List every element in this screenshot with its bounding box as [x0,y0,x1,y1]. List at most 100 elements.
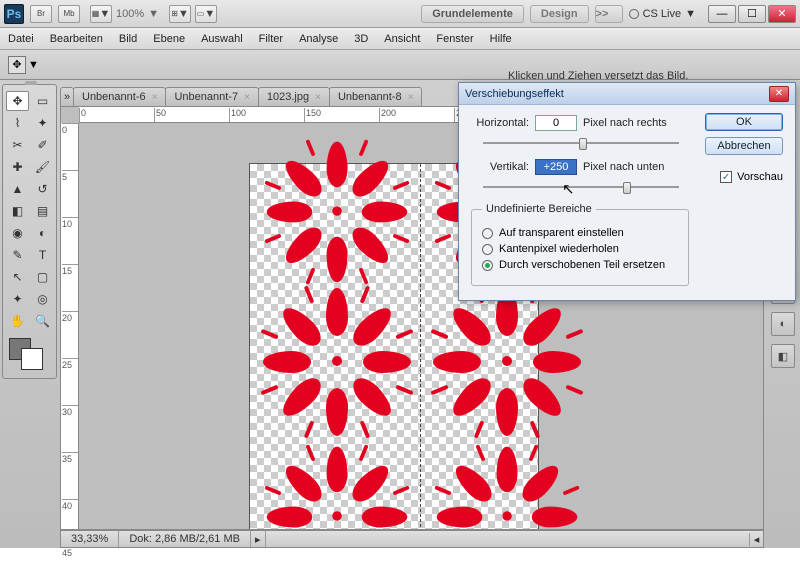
eyedropper-tool[interactable]: ✐ [31,135,54,155]
ok-button[interactable]: OK [705,113,783,131]
vertical-input[interactable]: +250 [535,159,577,175]
radio-repeat-edge[interactable]: Kantenpixel wiederholen [482,243,678,255]
minibridge-button[interactable]: Mb [58,5,80,23]
dodge-tool[interactable]: ◐ [31,223,54,243]
ruler-vertical[interactable]: 051015202530354045 [61,123,79,529]
horizontal-input[interactable]: 0 [535,115,577,131]
tab-close-icon[interactable]: × [244,92,250,103]
workspace-design[interactable]: Design [530,5,589,23]
workspace-more[interactable]: >> [595,5,623,23]
menu-filter[interactable]: Filter [259,33,283,45]
horizontal-label: Horizontal: [471,117,529,129]
move-tool[interactable]: ✥ [6,91,29,111]
brush-tool[interactable]: 🖌 [31,157,54,177]
menu-auswahl[interactable]: Auswahl [201,33,243,45]
history-brush-tool[interactable]: ↺ [31,179,54,199]
preview-checkbox[interactable]: ✓ Vorschau [720,171,783,183]
3d-tool[interactable]: ✦ [6,289,29,309]
slider-thumb[interactable] [579,138,587,150]
menu-datei[interactable]: Datei [8,33,34,45]
radio-label: Auf transparent einstellen [499,227,624,239]
scroll-left-icon[interactable]: ◂ [749,533,763,546]
type-tool[interactable]: T [31,245,54,265]
window-close[interactable]: ✕ [768,5,796,23]
doc-tab[interactable]: Unbenannt-8 × [329,87,422,106]
lasso-tool[interactable]: ⌇ [6,113,29,133]
tab-label: Unbenannt-6 [82,91,146,103]
titlebar: Ps Br Mb ▦▼ 100% ▼ ⊞▼ ▭▼ Grundelemente D… [0,0,800,28]
dropdown-icon[interactable]: ▼ [148,8,159,20]
zoom-value[interactable]: 100% [116,8,144,20]
tab-label: Unbenannt-7 [174,91,238,103]
dialog-titlebar[interactable]: Verschiebungseffekt ✕ [459,83,795,105]
menu-analyse[interactable]: Analyse [299,33,338,45]
menu-bearbeiten[interactable]: Bearbeiten [50,33,103,45]
horizontal-unit: Pixel nach rechts [583,117,667,129]
menu-bild[interactable]: Bild [119,33,137,45]
window-minimize[interactable]: — [708,5,736,23]
vertical-unit: Pixel nach unten [583,161,664,173]
tab-label: Unbenannt-8 [338,91,402,103]
radio-wrap-around[interactable]: Durch verschobenen Teil ersetzen [482,259,678,271]
panel-icon[interactable]: ◐ [771,312,795,336]
status-arrow-icon[interactable]: ▸ [251,531,266,547]
eraser-tool[interactable]: ◧ [6,201,29,221]
blur-tool[interactable]: ◉ [6,223,29,243]
menubar: Datei Bearbeiten Bild Ebene Auswahl Filt… [0,28,800,50]
menu-ebene[interactable]: Ebene [153,33,185,45]
radio-label: Kantenpixel wiederholen [499,243,619,255]
status-docinfo[interactable]: Dok: 2,86 MB/2,61 MB [119,531,251,547]
stamp-tool[interactable]: ▲ [6,179,29,199]
status-zoom[interactable]: 33,33% [61,531,119,547]
zoom-tool[interactable]: 🔍 [31,311,54,331]
menu-3d[interactable]: 3D [354,33,368,45]
cslive-button[interactable]: CS Live ▼ [629,8,696,20]
hand-tool[interactable]: ✋ [6,311,29,331]
path-tool[interactable]: ↖ [6,267,29,287]
marquee-tool[interactable]: ▭ [31,91,54,111]
menu-hilfe[interactable]: Hilfe [490,33,512,45]
doc-tab[interactable]: 1023.jpg× [258,87,330,106]
tab-close-icon[interactable]: × [408,92,414,103]
layout-icon[interactable]: ▦▼ [90,5,112,23]
vertical-slider[interactable] [483,179,679,195]
dialog-close-icon[interactable]: ✕ [769,86,789,102]
heal-tool[interactable]: ✚ [6,157,29,177]
tab-close-icon[interactable]: × [152,92,158,103]
move-tool-indicator[interactable]: ✥ [8,56,26,74]
offset-dialog: Verschiebungseffekt ✕ OK Abbrechen ✓ Vor… [458,82,796,301]
screen-icon[interactable]: ▭▼ [195,5,217,23]
wand-tool[interactable]: ✦ [31,113,54,133]
workspace-grundelemente[interactable]: Grundelemente [421,5,524,23]
preview-label: Vorschau [737,171,783,183]
crop-tool[interactable]: ✂ [6,135,29,155]
window-maximize[interactable]: ☐ [738,5,766,23]
status-bar: 33,33% Dok: 2,86 MB/2,61 MB ▸ ◂ [60,530,764,548]
photoshop-icon: Ps [4,4,24,24]
bridge-button[interactable]: Br [30,5,52,23]
tab-handle[interactable]: » [60,87,74,106]
panel-icon[interactable]: ◧ [771,344,795,368]
shape-tool[interactable]: ▢ [31,267,54,287]
tab-close-icon[interactable]: × [315,92,321,103]
radio-icon [482,244,493,255]
camera-tool[interactable]: ◎ [31,289,54,309]
cslive-label: CS Live [643,8,682,20]
slider-thumb[interactable] [623,182,631,194]
color-swatch[interactable] [6,336,54,372]
dialog-title: Verschiebungseffekt [465,88,564,100]
pen-tool[interactable]: ✎ [6,245,29,265]
background-color[interactable] [21,348,43,370]
gradient-tool[interactable]: ▤ [31,201,54,221]
cslive-icon [629,9,639,19]
menu-fenster[interactable]: Fenster [436,33,473,45]
cancel-button[interactable]: Abbrechen [705,137,783,155]
doc-tab[interactable]: Unbenannt-6 × [73,87,166,106]
radio-transparent[interactable]: Auf transparent einstellen [482,227,678,239]
group-legend: Undefinierte Bereiche [482,203,596,215]
view-icon[interactable]: ⊞▼ [169,5,191,23]
menu-ansicht[interactable]: Ansicht [384,33,420,45]
dropdown-icon[interactable]: ▼ [28,59,39,71]
doc-tab[interactable]: Unbenannt-7 × [165,87,258,106]
horizontal-slider[interactable] [483,135,679,151]
